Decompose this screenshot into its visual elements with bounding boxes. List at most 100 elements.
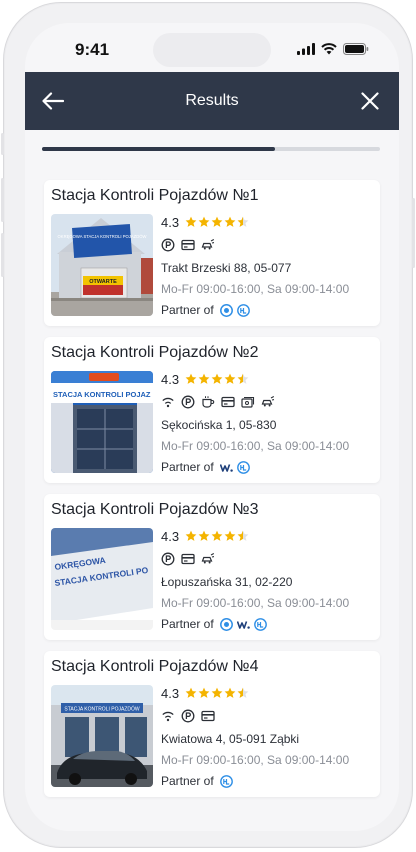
rating-value: 4.3 xyxy=(161,685,180,701)
partner-label: Partner of xyxy=(161,303,214,317)
partner-b-logo-glyph xyxy=(236,460,250,474)
star-icon xyxy=(211,687,223,698)
star-rating xyxy=(185,687,249,699)
opening-hours: Mo-Fr 09:00-16:00, Sa 09:00-14:00 xyxy=(161,439,350,453)
partner-row: Partner of xyxy=(161,774,375,788)
partner-a-logo-glyph xyxy=(219,617,233,631)
half-star-icon xyxy=(237,687,249,698)
card-payment-icon xyxy=(181,238,195,252)
half-star-icon xyxy=(237,373,249,384)
partner-w-logo xyxy=(219,461,233,474)
photo-banner-text: OTWARTE xyxy=(89,279,117,285)
car-wash-icon-glyph xyxy=(261,396,275,407)
station-card[interactable]: Stacja Kontroli Pojazdów №4 STACJA KONTR… xyxy=(44,651,380,797)
wifi-icon-glyph xyxy=(162,397,174,408)
page-title: Results xyxy=(185,92,239,109)
signal-icon xyxy=(297,43,315,55)
status-time: 9:41 xyxy=(75,40,110,59)
card-payment-icon-glyph xyxy=(181,553,195,565)
opening-hours: Mo-Fr 09:00-16:00, Sa 09:00-14:00 xyxy=(161,753,350,767)
wifi-icon-glyph xyxy=(162,711,174,722)
parking-icon-glyph xyxy=(161,552,175,566)
star-icon xyxy=(198,373,210,384)
star-rating xyxy=(185,530,249,542)
star-icon xyxy=(224,373,236,384)
app-header: Results xyxy=(25,72,399,130)
wifi-icon xyxy=(161,709,175,723)
station-address: Łopuszańska 31, 02-220 xyxy=(161,575,293,589)
station-title: Stacja Kontroli Pojazdów №4 xyxy=(51,658,259,675)
amenities-row xyxy=(161,552,375,566)
parking-icon xyxy=(181,395,195,409)
star-icon xyxy=(211,530,223,541)
coffee-icon xyxy=(201,395,215,409)
partner-b-logo xyxy=(253,617,267,631)
partner-w-logo xyxy=(236,618,250,631)
parking-icon-glyph xyxy=(181,395,195,409)
partner-label: Partner of xyxy=(161,774,214,788)
partner-label: Partner of xyxy=(161,460,214,474)
star-icon xyxy=(185,373,197,384)
cash-icon-glyph xyxy=(241,396,255,408)
parking-icon xyxy=(161,552,175,566)
car-wash-icon-glyph xyxy=(201,553,215,564)
car-wash-icon xyxy=(201,238,215,252)
battery-icon xyxy=(343,43,369,55)
star-icon xyxy=(224,530,236,541)
station-address: Sękocińska 1, 05-830 xyxy=(161,418,277,432)
station-address: Kwiatowa 4, 05-091 Ząbki xyxy=(161,732,300,746)
station-address: Trakt Brzeski 88, 05-077 xyxy=(161,261,292,275)
progress-fill xyxy=(42,147,276,151)
photo-sign-text: OKRĘGOWA STACJA KONTROLI POJAZDÓW xyxy=(58,234,147,239)
station-card[interactable]: Stacja Kontroli Pojazdów №3 OKRĘGOWA STA… xyxy=(44,494,380,640)
parking-icon-glyph xyxy=(161,238,175,252)
car-wash-icon xyxy=(201,552,215,566)
status-bar: 9:41 xyxy=(25,23,399,73)
card-payment-icon xyxy=(201,709,215,723)
parking-icon xyxy=(181,709,195,723)
status-icons xyxy=(297,43,369,55)
partner-a-logo xyxy=(219,303,233,317)
station-card[interactable]: Stacja Kontroli Pojazdów №2 STACJA KONTR… xyxy=(44,337,380,483)
card-payment-icon-glyph xyxy=(201,710,215,722)
station-photo: OKRĘGOWA STACJA KONTROLI PO xyxy=(51,528,153,630)
side-button xyxy=(1,233,4,277)
station-photo: STACJA KONTROLI POJAZDÓW xyxy=(51,685,153,787)
back-button[interactable] xyxy=(41,89,65,113)
partner-a-logo xyxy=(219,617,233,631)
star-icon xyxy=(211,373,223,384)
progress-bar xyxy=(42,147,380,151)
star-icon xyxy=(198,216,210,227)
star-icon xyxy=(224,216,236,227)
partner-label: Partner of xyxy=(161,617,214,631)
rating-value: 4.3 xyxy=(161,528,180,544)
amenities-row xyxy=(161,395,375,409)
car-wash-icon xyxy=(261,395,275,409)
star-rating xyxy=(185,373,249,385)
car-wash-icon-glyph xyxy=(201,239,215,250)
opening-hours: Mo-Fr 09:00-16:00, Sa 09:00-14:00 xyxy=(161,282,350,296)
star-icon xyxy=(185,216,197,227)
star-icon xyxy=(211,216,223,227)
wifi-status-icon xyxy=(321,43,337,55)
star-icon xyxy=(198,530,210,541)
station-title: Stacja Kontroli Pojazdów №3 xyxy=(51,501,259,518)
rating-value: 4.3 xyxy=(161,371,180,387)
card-payment-icon xyxy=(181,552,195,566)
card-payment-icon-glyph xyxy=(181,239,195,251)
station-title: Stacja Kontroli Pojazdów №2 xyxy=(51,344,259,361)
coffee-icon-glyph xyxy=(202,396,215,408)
arrow-left-icon xyxy=(42,92,64,110)
cash-icon xyxy=(241,395,255,409)
half-star-icon xyxy=(237,216,249,227)
station-photo: STACJA KONTROLI POJAZ xyxy=(51,371,153,473)
partner-b-logo-glyph xyxy=(219,774,233,788)
parking-icon xyxy=(161,238,175,252)
partner-row: Partner of xyxy=(161,617,375,631)
screen: 9:41 Results Stacja Kontroli Pojazdów №1… xyxy=(25,23,399,831)
parking-icon-glyph xyxy=(181,709,195,723)
phone-frame: 9:41 Results Stacja Kontroli Pojazdów №1… xyxy=(1,2,415,848)
station-card[interactable]: Stacja Kontroli Pojazdów №1 OKRĘGOWA STA… xyxy=(44,180,380,326)
star-icon xyxy=(185,687,197,698)
close-button[interactable] xyxy=(358,89,382,113)
